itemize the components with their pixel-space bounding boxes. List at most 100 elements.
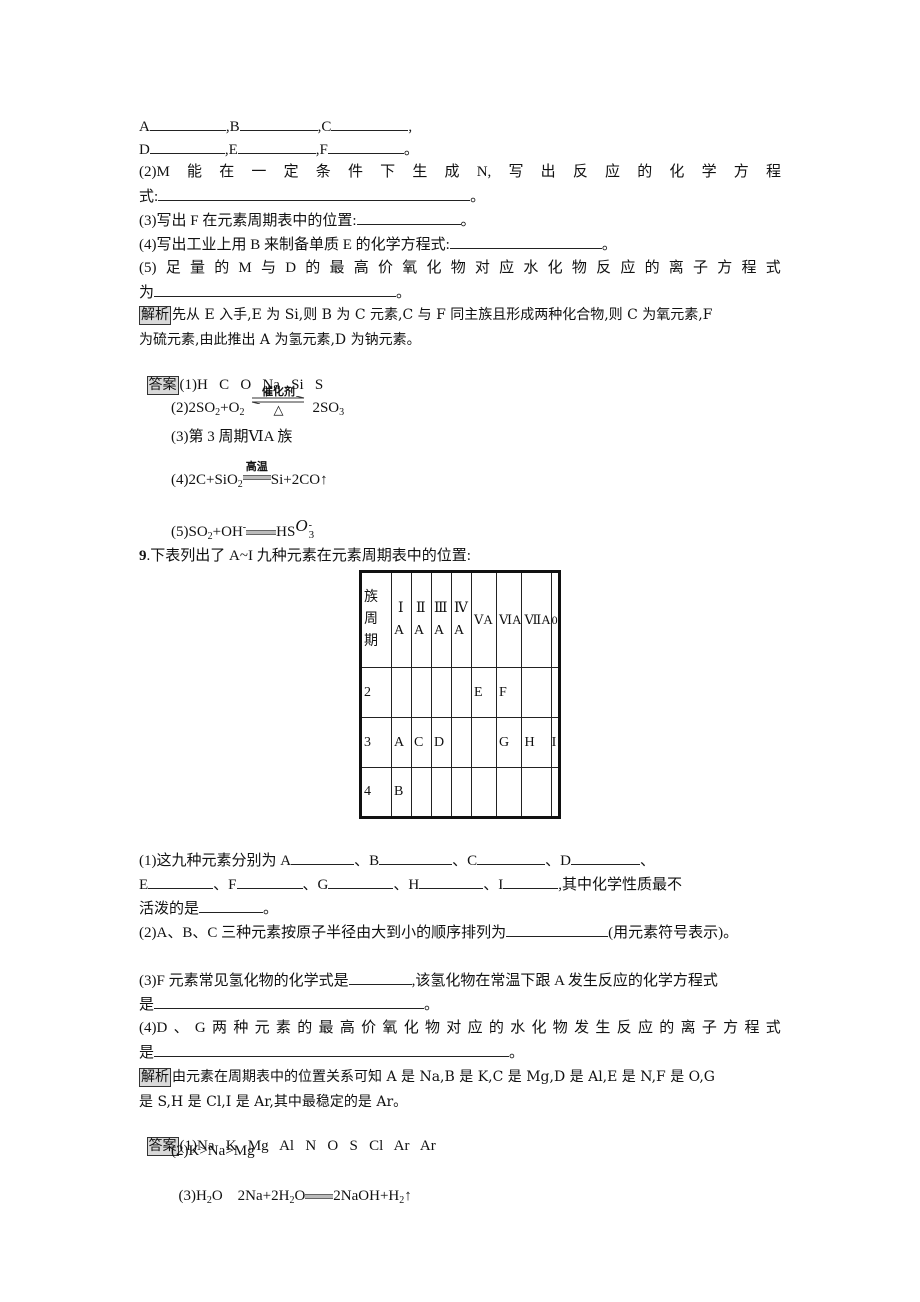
period-row: 4 B [360,767,560,818]
word: 物 [552,1020,568,1036]
q8-q2-line1: (2)M 能在一定条件 下生成 N, 写出反 应的化学方程 [139,162,781,182]
word: 的 [214,260,230,276]
q9-stem: 9.下表列出了 A~I 九种元素在元素周期表中的位置: [139,546,471,566]
answer-blank[interactable] [506,922,609,937]
answer-blank[interactable] [154,282,397,297]
group-header: ⅥA [495,571,523,668]
blank-c[interactable] [331,116,409,131]
word: 发 [574,1020,590,1036]
subscript: 3 [308,529,315,541]
question-text: 活泼的是 [139,901,200,917]
blank-a[interactable] [291,850,355,865]
blank-d[interactable] [570,850,640,865]
answer-blank[interactable] [199,898,264,913]
word: 反 [616,1020,632,1036]
group-numeral: Ⅳ [454,601,468,616]
word: 离 [680,1020,696,1036]
word: 应 [499,260,515,276]
blank-i[interactable] [503,874,559,889]
word: 、 [173,1020,189,1036]
group-letter: A [414,623,425,638]
q9-analysis-line1: 解析 由元素在周期表中的位置关系可知 A 是 Na,B 是 K,C 是 Mg,D … [139,1067,715,1087]
blank-h[interactable] [419,874,484,889]
question-text: (4)写出工业上用 B 来制备单质 E 的化学方程式: [139,237,450,253]
label-f: ,F [315,142,328,158]
word: 价 [377,260,393,276]
question-text: (1)这九种元素分别为 A [139,853,292,869]
blank-e[interactable] [237,139,316,154]
element-cell [521,667,552,718]
q8-q3: (3)写出 F 在元素周期表中的位置: 。 [139,210,476,231]
word: 化 [531,1020,547,1036]
answer-blank[interactable] [348,970,412,985]
q8-analysis-line2: 为硫元素,由此推出 A 为氢元素,D 为钠元素。 [139,330,421,350]
blank-e[interactable] [148,874,214,889]
blank-c[interactable] [477,850,546,865]
corner-char: 周 [364,612,378,627]
question-number: 9 [139,548,147,564]
element-cell [451,717,472,768]
blank-b[interactable] [239,116,318,131]
word: 应 [620,260,636,276]
formula-part: 2NaOH+H [333,1188,400,1204]
formula-part: HS [276,524,296,540]
answer-blank[interactable] [356,210,461,225]
word: 下 [380,164,396,180]
formula-part: (2)2SO [171,400,216,416]
word: 方 [723,1020,739,1036]
word: 子 [701,1020,717,1036]
suffix: 。 [424,997,440,1013]
suffix: 。 [460,213,476,229]
word: 程 [744,1020,760,1036]
formula-part: (4)2C+SiO [171,472,238,488]
word: 件 [347,164,363,180]
suffix: (用元素符号表示)。 [608,925,739,941]
word: 子 [693,260,709,276]
element-cell [391,667,412,718]
q9-q4-line2: 是。 [139,1042,524,1063]
word: 化 [403,1020,419,1036]
blank-f[interactable] [236,874,303,889]
word: 写 [508,164,524,180]
answer-blank[interactable] [154,1042,510,1057]
period-row: 3 A C D G H I [360,717,560,768]
answer-blank[interactable] [449,234,602,249]
analysis-text: 先从 E 入手,E 为 Si,则 B 为 C 元素,C 与 F 同主族且形成两种… [172,307,713,323]
word: 的 [297,1020,313,1036]
label-b: ,B [225,119,240,135]
group-header: ⅡA [411,571,432,668]
blank-g[interactable] [328,874,394,889]
equals-bar [246,530,277,536]
q8-blanks-row1: A ,B ,C, [139,116,412,137]
answer-blank[interactable] [158,186,471,201]
analysis-text: 由元素在周期表中的位置关系可知 A 是 Na,B 是 K,C 是 Mg,D 是 … [172,1069,715,1085]
group-header: ⅢA [431,571,452,668]
group-letter: A [454,623,465,638]
prefix: 为 [139,285,155,301]
word: 学 [701,164,717,180]
word: 水 [523,260,539,276]
blank-b[interactable] [379,850,453,865]
element-cell: G [495,717,523,768]
group-numeral: Ⅲ [434,601,448,616]
word: 氧 [402,260,418,276]
q8-analysis-line1: 解析 先从 E 入手,E 为 Si,则 B 为 C 元素,C 与 F 同主族且形成… [139,305,712,325]
q9-answer3: (3)H2O 2Na+2H2O 2NaOH+H2↑ [171,1166,412,1206]
q9-q1-line2: E 、F 、G 、H 、I ,其中化学性质最不 [139,874,682,895]
blank-f[interactable] [327,139,404,154]
q9-q4-line1: (4)D、 G 两种元素的最高价氧化物对应的水化物发生反应的离子方程式 [139,1018,781,1038]
ion-script: -3 [308,520,316,541]
word: 应 [467,1020,483,1036]
word: (5) [139,260,157,276]
blank-d[interactable] [149,139,225,154]
word: M [238,260,252,276]
answer-blank[interactable] [154,994,425,1009]
reversible-arrow: 催化剂 △ [250,385,306,419]
suffix: 。 [396,285,412,301]
answer-tag: 答案 [146,376,179,395]
element-cell [471,717,497,768]
suffix: 。 [470,189,486,205]
group-header: ⅠA [391,571,412,668]
blank-a[interactable] [149,116,226,131]
question-text: .下表列出了 A~I 九种元素在元素周期表中的位置: [146,548,471,564]
